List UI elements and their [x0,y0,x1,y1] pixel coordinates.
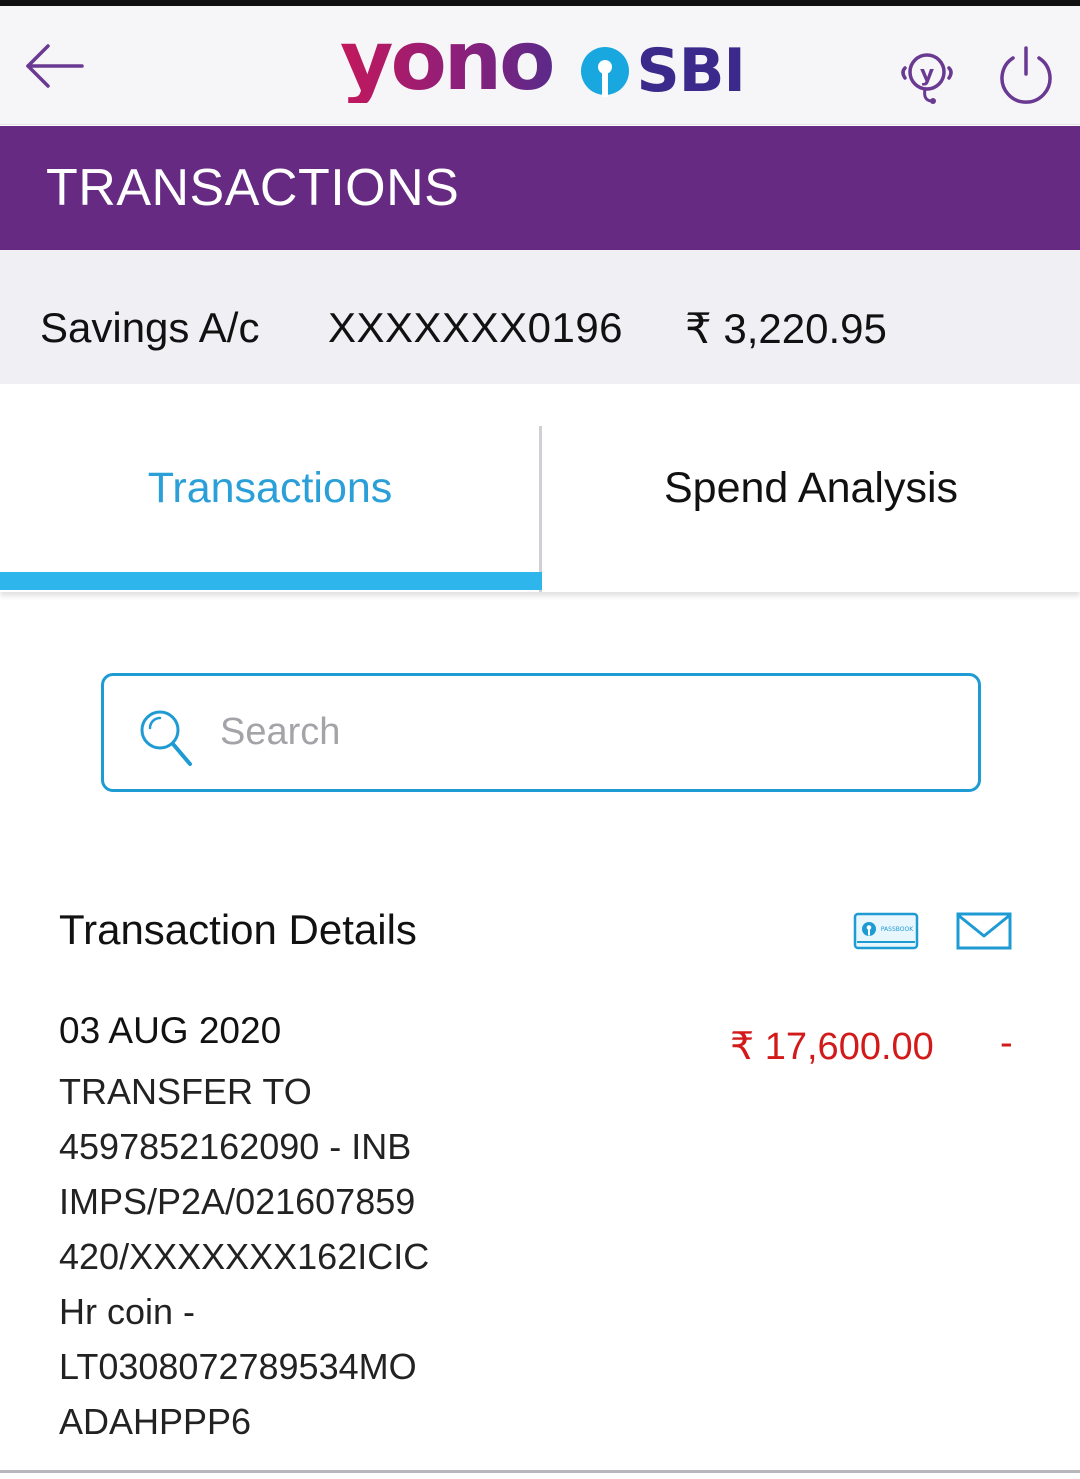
passbook-icon-text: PASSBOOK [881,926,914,933]
mail-icon [956,912,1012,950]
back-button[interactable] [22,38,88,94]
transaction-date: 03 AUG 2020 [59,1010,282,1051]
svg-text:y: y [920,62,934,87]
transaction-row[interactable]: 03 AUG 2020 TRANSFER TO 4597852162090 - … [0,1000,1080,1470]
power-icon [1000,46,1052,104]
passbook-icon: PASSBOOK [853,912,919,950]
sbi-keyhole-icon [580,47,629,97]
logo-sbi-text: SBI [636,36,746,106]
transaction-amount: ₹ 17,600.00 [730,1026,934,1068]
yono-help-icon: y [901,53,953,104]
transaction-details-title: Transaction Details [59,906,417,953]
back-arrow-icon [26,44,84,88]
help-button[interactable]: y [895,46,959,106]
search-icon [140,710,192,766]
account-balance: ₹ 3,220.95 [685,305,887,352]
passbook-button[interactable]: PASSBOOK [853,912,919,950]
logo-yono-text: yono [340,14,555,109]
search-box[interactable] [101,673,981,792]
tab-bar: Transactions Spend Analysis [0,384,1080,592]
yono-sbi-logo: yono SBI [340,21,746,116]
account-number: XXXXXXX0196 [328,304,624,351]
search-input[interactable] [220,702,940,762]
email-statement-button[interactable] [956,912,1012,950]
active-tab-indicator [0,572,542,590]
app-header: yono SBI y [0,6,1080,125]
transaction-debit-sign: - [1000,1022,1013,1064]
transaction-description: TRANSFER TO 4597852162090 - INB IMPS/P2A… [59,1071,430,1442]
tab-transactions[interactable]: Transactions [0,384,540,592]
page-title: TRANSACTIONS [46,159,460,217]
logout-button[interactable] [996,44,1056,106]
account-type: Savings A/c [40,304,260,351]
account-summary: Savings A/c XXXXXXX0196 ₹ 3,220.95 [0,250,1080,384]
tab-spend-analysis[interactable]: Spend Analysis [542,384,1080,592]
bottom-divider [0,1470,1080,1473]
sbi-logo: SBI [579,36,746,106]
page-title-bar: TRANSACTIONS [0,126,1080,250]
